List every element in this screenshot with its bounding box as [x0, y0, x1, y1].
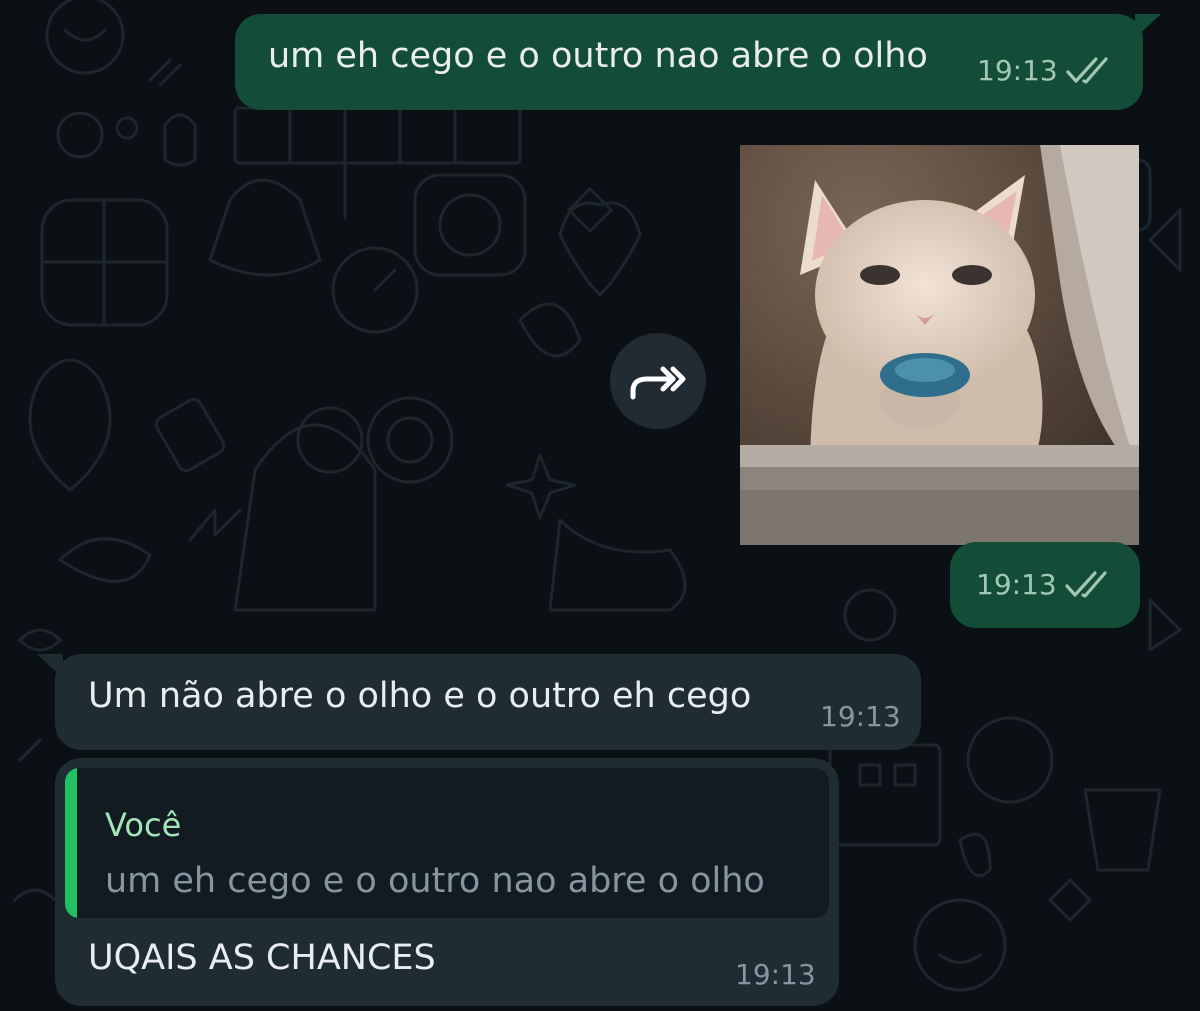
- message-time: 19:13: [820, 700, 901, 733]
- message-time: 19:13: [976, 568, 1057, 601]
- message-meta: 19:13: [977, 54, 1118, 87]
- message-time: 19:13: [977, 54, 1058, 87]
- bubble-tail: [1135, 14, 1161, 38]
- cat-photo[interactable]: [740, 145, 1139, 545]
- bubble-tail: [37, 654, 63, 678]
- incoming-reply-bubble[interactable]: Você um eh cego e o outro nao abre o olh…: [55, 758, 839, 1006]
- chat-message-list: um eh cego e o outro nao abre o olho 19:…: [0, 0, 1200, 1011]
- quoted-text: um eh cego e o outro nao abre o olho: [105, 861, 765, 901]
- quoted-author: Você: [105, 806, 182, 844]
- message-time: 19:13: [735, 958, 816, 991]
- incoming-message-bubble[interactable]: Um não abre o olho e o outro eh cego 19:…: [37, 654, 921, 750]
- double-check-read-icon: [1065, 570, 1107, 598]
- cat-photo-drawing: [740, 145, 1139, 545]
- message-meta: 19:13: [976, 568, 1117, 601]
- quote-accent-bar: [65, 768, 77, 918]
- forward-button[interactable]: [610, 333, 706, 429]
- message-meta: 19:13: [735, 958, 816, 991]
- outgoing-message-bubble[interactable]: um eh cego e o outro nao abre o olho 19:…: [235, 14, 1161, 110]
- message-text: UQAIS AS CHANCES: [88, 938, 436, 978]
- double-check-read-icon: [1066, 56, 1108, 84]
- message-text: Um não abre o olho e o outro eh cego: [88, 676, 752, 716]
- message-meta: 19:13: [820, 700, 901, 733]
- outgoing-image-meta-bubble[interactable]: 19:13: [950, 542, 1140, 628]
- quoted-message[interactable]: Você um eh cego e o outro nao abre o olh…: [65, 768, 829, 918]
- message-text: um eh cego e o outro nao abre o olho: [268, 36, 928, 76]
- forward-icon: [630, 366, 686, 400]
